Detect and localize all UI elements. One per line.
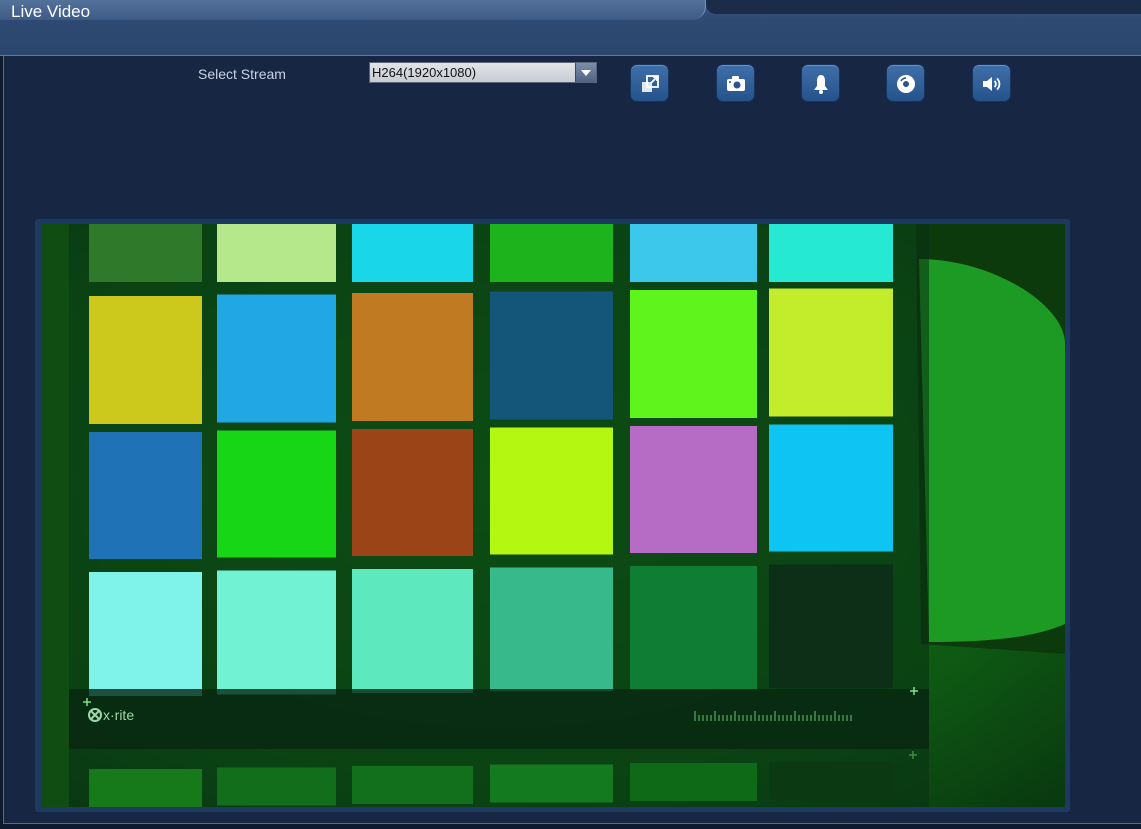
camera-icon xyxy=(727,76,745,91)
color-patch xyxy=(769,424,893,552)
fullscreen-button[interactable] xyxy=(630,64,669,102)
stream-select[interactable]: H264(1920x1080) xyxy=(369,62,597,83)
disc-icon xyxy=(897,75,915,93)
title-bar-right xyxy=(706,0,1141,14)
color-patch xyxy=(769,288,893,417)
color-patch xyxy=(769,761,893,800)
color-patch xyxy=(352,766,473,804)
window-header: Live Video xyxy=(0,0,1141,56)
color-patch xyxy=(89,432,202,559)
svg-text:x·rite: x·rite xyxy=(103,707,134,723)
color-patch xyxy=(89,224,202,282)
title-tab xyxy=(0,0,706,20)
color-patch xyxy=(769,564,893,689)
chevron-down-icon[interactable] xyxy=(575,63,596,82)
color-patch xyxy=(490,224,613,282)
fullscreen-icon xyxy=(642,75,659,92)
chart-footer xyxy=(69,689,929,749)
color-patch xyxy=(490,567,613,692)
color-patch xyxy=(630,566,757,690)
color-patch xyxy=(490,764,613,803)
color-patch xyxy=(217,224,336,282)
select-stream-label: Select Stream xyxy=(198,66,286,82)
video-feed: x·rite xyxy=(41,224,1065,807)
color-patch xyxy=(630,224,757,282)
color-patch xyxy=(352,224,473,282)
background-disc xyxy=(919,259,1065,642)
bell-icon xyxy=(814,75,828,94)
color-patch xyxy=(352,569,473,693)
color-patch xyxy=(630,426,757,553)
record-button[interactable] xyxy=(886,64,925,102)
color-patch xyxy=(217,767,336,806)
audio-button[interactable] xyxy=(972,64,1011,102)
color-patch xyxy=(217,294,336,423)
snapshot-button[interactable] xyxy=(716,64,755,102)
video-left-edge xyxy=(41,224,69,807)
speaker-icon xyxy=(983,77,1001,91)
alarm-button[interactable] xyxy=(801,64,840,102)
color-patch xyxy=(89,572,202,696)
color-patch xyxy=(89,296,202,424)
color-patch xyxy=(352,429,473,556)
color-patch xyxy=(217,430,336,558)
stream-select-value: H264(1920x1080) xyxy=(372,65,477,80)
color-patch xyxy=(630,290,757,418)
color-patch xyxy=(769,224,893,282)
live-video-view[interactable]: x·rite xyxy=(41,224,1065,807)
color-patch xyxy=(630,763,757,801)
color-patch xyxy=(217,570,336,695)
color-patch xyxy=(352,293,473,421)
color-patch xyxy=(490,291,613,420)
xrite-logo: x·rite xyxy=(88,707,134,723)
color-patch xyxy=(89,769,202,807)
color-patch xyxy=(490,427,613,555)
window-title: Live Video xyxy=(11,2,91,21)
